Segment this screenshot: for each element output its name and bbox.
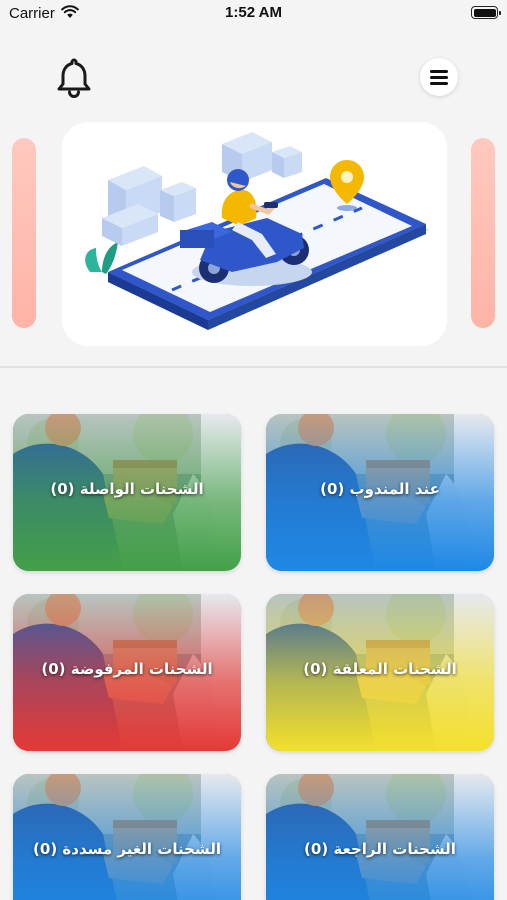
status-tile[interactable]: الشحنات المرفوضة (0) bbox=[13, 594, 241, 751]
carousel-prev-card[interactable] bbox=[12, 138, 36, 328]
status-bar: Carrier 1:52 AM bbox=[0, 0, 507, 28]
carousel-next-card[interactable] bbox=[471, 138, 495, 328]
tile-label: الشحنات الواصلة (0) bbox=[50, 480, 204, 498]
tile-color-overlay bbox=[13, 774, 241, 900]
banner-card[interactable] bbox=[62, 122, 447, 346]
tile-label: الشحنات المرفوضة (0) bbox=[41, 660, 213, 678]
banner-carousel[interactable] bbox=[0, 116, 507, 351]
tile-color-overlay bbox=[266, 774, 494, 900]
tile-label: الشحنات المعلقة (0) bbox=[303, 660, 457, 678]
menu-button[interactable] bbox=[420, 58, 458, 96]
status-tile[interactable]: الشحنات الواصلة (0) bbox=[13, 414, 241, 571]
status-tile[interactable]: الشحنات الراجعة (0) bbox=[266, 774, 494, 900]
status-tile[interactable]: عند المندوب (0) bbox=[266, 414, 494, 571]
delivery-scooter-on-phone-illustration bbox=[85, 132, 430, 330]
status-time: 1:52 AM bbox=[225, 4, 282, 21]
section-divider bbox=[0, 366, 507, 368]
tile-label: الشحنات الراجعة (0) bbox=[304, 840, 456, 858]
bell-icon bbox=[57, 58, 91, 98]
tile-label: الشحنات الغير مسددة (0) bbox=[33, 840, 221, 858]
tile-label: عند المندوب (0) bbox=[320, 480, 440, 498]
status-tile[interactable]: الشحنات المعلقة (0) bbox=[266, 594, 494, 751]
notifications-button[interactable] bbox=[54, 56, 94, 100]
status-tile[interactable]: الشحنات الغير مسددة (0) bbox=[13, 774, 241, 900]
battery-icon bbox=[471, 6, 501, 19]
